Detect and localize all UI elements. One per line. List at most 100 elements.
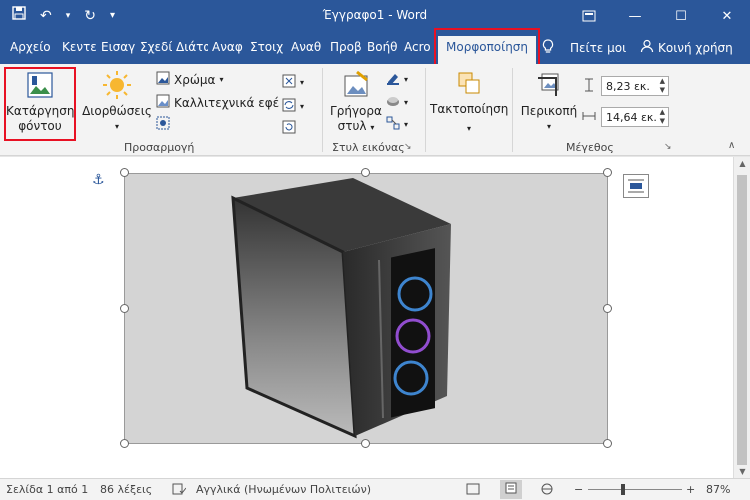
zoom-level[interactable]: 87% — [706, 483, 730, 496]
height-icon — [582, 78, 596, 95]
zoom-slider[interactable] — [588, 489, 682, 490]
quick-styles-dropdown-icon: ▾ — [370, 123, 375, 132]
tab-design[interactable]: Σχεδί — [140, 40, 172, 54]
width-field[interactable]: 14,64 εκ. ▲ ▼ — [601, 107, 669, 127]
transparency-button[interactable] — [156, 116, 170, 133]
width-spinner-icon[interactable]: ▲ ▼ — [660, 108, 665, 126]
crop-label: Περικοπή — [520, 104, 578, 118]
tab-home[interactable]: Κεντε — [62, 40, 96, 54]
share-button[interactable]: Κοινή χρήση — [640, 39, 733, 56]
zoom-out-icon[interactable]: − — [574, 483, 583, 496]
transparency-icon — [156, 116, 170, 133]
tell-me[interactable]: Πείτε μοι — [542, 39, 626, 57]
change-picture-icon — [282, 98, 296, 115]
remove-background-highlight — [4, 67, 76, 141]
tab-view[interactable]: Προβ — [330, 40, 362, 54]
proofing-icon[interactable] — [172, 483, 187, 498]
sun-icon — [102, 70, 132, 100]
print-layout-icon[interactable] — [500, 480, 522, 499]
arrange-dropdown-icon: ▾ — [466, 124, 471, 133]
tab-help[interactable]: Βοήθ — [367, 40, 399, 54]
vertical-scrollbar[interactable]: ▲ ▼ — [733, 157, 750, 478]
picture-effects-dropdown-icon: ▾ — [404, 98, 409, 107]
picture-border-button[interactable]: ▾ — [386, 71, 408, 88]
arrange-button[interactable]: Τακτοποίηση ▾ — [430, 70, 508, 136]
tab-insert[interactable]: Εισαγ — [101, 40, 135, 54]
crop-button[interactable]: Περικοπή ▾ — [518, 70, 580, 134]
crop-icon — [534, 70, 564, 100]
layout-options-icon[interactable] — [623, 174, 649, 198]
color-dropdown-icon: ▾ — [219, 75, 224, 84]
tab-mailings[interactable]: Στοιχ — [250, 40, 286, 54]
ribbon-separator — [322, 68, 323, 152]
tab-review[interactable]: Αναθ — [291, 40, 325, 54]
picture-effects-icon — [386, 94, 400, 111]
resize-handle[interactable] — [361, 168, 370, 177]
pc-case-image — [231, 178, 451, 439]
width-value: 14,64 εκ. — [606, 111, 657, 124]
crop-dropdown-icon: ▾ — [546, 122, 551, 131]
quick-styles-button[interactable]: Γρήγορα στυλ ▾ — [330, 70, 382, 135]
quick-styles-icon — [341, 70, 371, 100]
page-count[interactable]: Σελίδα 1 από 1 — [6, 483, 88, 496]
resize-handle[interactable] — [120, 168, 129, 177]
picture-layout-button[interactable]: ▾ — [386, 116, 408, 133]
color-button[interactable]: Χρώμα ▾ — [156, 71, 223, 88]
maximize-icon[interactable]: ☐ — [658, 0, 704, 32]
resize-handle[interactable] — [603, 168, 612, 177]
picture-effects-button[interactable]: ▾ — [386, 94, 408, 111]
word-count[interactable]: 86 λέξεις — [100, 483, 152, 496]
ribbon-separator — [425, 68, 426, 152]
change-picture-button[interactable]: ▾ — [282, 98, 304, 115]
resize-handle[interactable] — [361, 439, 370, 448]
close-icon[interactable]: ✕ — [704, 0, 750, 32]
tab-file[interactable]: Αρχείο — [10, 40, 51, 54]
zoom-slider-thumb[interactable] — [621, 484, 625, 495]
web-layout-icon[interactable] — [540, 483, 554, 498]
artistic-effects-label: Καλλιτεχνικά εφέ — [174, 95, 280, 110]
change-picture-dropdown-icon: ▾ — [300, 102, 305, 111]
resize-handle[interactable] — [120, 439, 129, 448]
tell-me-label: Πείτε μοι — [570, 41, 627, 55]
picture-layout-icon — [386, 116, 400, 133]
picture-styles-launcher-icon[interactable]: ↘ — [404, 142, 412, 152]
reset-picture-button[interactable] — [282, 120, 296, 137]
tab-acrobat[interactable]: Acro — [404, 40, 436, 54]
resize-handle[interactable] — [120, 304, 129, 313]
artistic-effects-icon — [156, 94, 170, 111]
minimize-icon[interactable]: — — [612, 0, 658, 32]
ribbon-display-options-icon[interactable] — [566, 0, 612, 32]
size-launcher-icon[interactable]: ↘ — [664, 142, 672, 152]
corrections-label: Διορθώσεις — [82, 104, 152, 118]
corrections-button[interactable]: Διορθώσεις ▾ — [82, 70, 152, 134]
compress-pictures-button[interactable]: ▾ — [282, 74, 304, 91]
anchor-icon: ⚓ — [92, 172, 105, 188]
scrollbar-thumb[interactable] — [737, 175, 747, 465]
artistic-effects-button[interactable]: Καλλιτεχνικά εφέ ▾ — [156, 94, 287, 111]
compress-pictures-icon — [282, 74, 296, 91]
ribbon: Κατάργηση φόντου Διορθώσεις ▾ Χρώμα ▾ Κα… — [0, 64, 750, 156]
scroll-down-icon[interactable]: ▼ — [734, 467, 750, 476]
window-controls: — ☐ ✕ — [566, 0, 750, 32]
picture-border-icon — [386, 71, 400, 88]
height-value: 8,23 εκ. — [606, 80, 650, 93]
lightbulb-icon — [542, 39, 554, 57]
tab-references[interactable]: Αναφ — [212, 40, 246, 54]
resize-handle[interactable] — [603, 304, 612, 313]
selected-picture[interactable] — [124, 173, 608, 444]
height-spinner-icon[interactable]: ▲ ▼ — [660, 77, 665, 95]
resize-handle[interactable] — [603, 439, 612, 448]
zoom-in-icon[interactable]: + — [686, 483, 695, 496]
scroll-up-icon[interactable]: ▲ — [734, 159, 750, 168]
tab-layout[interactable]: Διάτα — [176, 40, 208, 54]
picture-layout-dropdown-icon: ▾ — [404, 120, 409, 129]
height-field[interactable]: 8,23 εκ. ▲ ▼ — [601, 76, 669, 96]
arrange-label: Τακτοποίηση — [430, 102, 509, 116]
language-label[interactable]: Αγγλικά (Ηνωμένων Πολιτειών) — [196, 483, 371, 496]
width-icon — [582, 109, 596, 126]
focus-mode-icon[interactable] — [466, 483, 480, 498]
corrections-dropdown-icon: ▾ — [114, 122, 119, 131]
collapse-ribbon-icon[interactable]: ∧ — [728, 140, 735, 151]
person-icon — [640, 39, 654, 56]
group-label-size: Μέγεθος — [566, 141, 614, 154]
